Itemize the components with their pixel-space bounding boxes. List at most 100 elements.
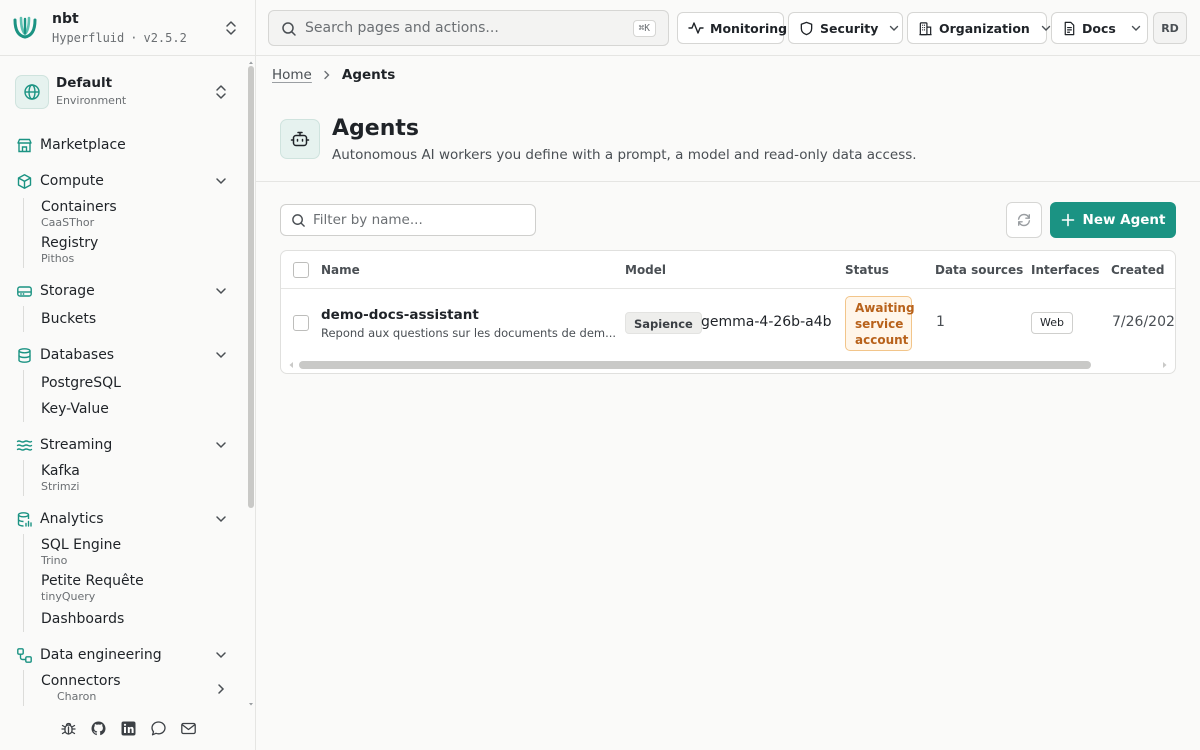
version-label: v2.5.2 <box>143 31 187 45</box>
breadcrumb: Home Agents <box>272 66 395 84</box>
sidebar-item-containers[interactable]: Containers CaaSThor <box>41 199 117 229</box>
user-avatar[interactable]: RD <box>1153 12 1187 44</box>
table-header-divider <box>281 288 1175 289</box>
linkedin-icon[interactable] <box>120 720 137 737</box>
page-header: Agents Autonomous AI workers you define … <box>256 92 1200 182</box>
sidebar-item-marketplace[interactable]: Marketplace <box>0 133 246 159</box>
chevron-down-icon <box>216 352 226 359</box>
column-header-interfaces[interactable]: Interfaces <box>1031 251 1100 289</box>
sidebar-item-data-engineering[interactable]: Data engineering <box>0 643 246 669</box>
sidebar-item-label: Registry <box>41 235 99 251</box>
sidebar-item-storage[interactable]: Storage <box>0 279 246 305</box>
monitoring-label: Monitoring <box>710 20 788 36</box>
sidebar-item-sublabel: CaaSThor <box>41 216 95 229</box>
table-scrollbar-thumb[interactable] <box>299 361 1091 369</box>
sidebar-item-label: Analytics <box>40 511 104 527</box>
sidebar-item-postgresql[interactable]: PostgreSQL <box>41 375 121 391</box>
sidebar-item-label: PostgreSQL <box>41 375 121 391</box>
sidebar-item-buckets[interactable]: Buckets <box>41 311 96 327</box>
environment-switcher[interactable]: Default Environment <box>0 56 256 128</box>
sidebar-item-label: Containers <box>41 199 117 215</box>
sidebar-item-sublabel: Charon <box>57 690 97 703</box>
agents-table: Name Model Status Data sources Interface… <box>280 250 1176 374</box>
product-separator: · <box>130 31 138 45</box>
sidebar-item-label: Compute <box>40 173 104 189</box>
product-version: Hyperfluid · v2.5.2 <box>52 31 187 45</box>
bug-icon[interactable] <box>60 720 77 737</box>
column-header-data-sources[interactable]: Data sources <box>935 251 1023 289</box>
sidebar-item-compute[interactable]: Compute <box>0 169 246 195</box>
chevrons-up-down-icon <box>216 85 226 99</box>
column-header-created[interactable]: Created <box>1111 251 1164 289</box>
environment-name: Default <box>56 75 113 91</box>
sidebar-item-sublabel: Trino <box>41 554 68 567</box>
security-label: Security <box>820 20 879 36</box>
plus-icon <box>1061 213 1074 227</box>
sidebar-item-label: Connectors <box>41 673 121 689</box>
refresh-button[interactable] <box>1006 202 1042 238</box>
filter-placeholder: Filter by name... <box>313 212 423 228</box>
page-title: Agents <box>332 116 419 141</box>
sidebar-item-dashboards[interactable]: Dashboards <box>41 611 124 627</box>
sidebar-item-label: Key-Value <box>41 401 109 417</box>
sidebar-item-analytics[interactable]: Analytics <box>0 507 246 533</box>
sidebar-item-kafka[interactable]: Kafka Strimzi <box>41 463 80 493</box>
new-agent-button[interactable]: New Agent <box>1050 202 1176 238</box>
agent-name-link[interactable]: demo-docs-assistant <box>321 307 479 323</box>
chevron-down-icon <box>216 652 226 659</box>
tree-line <box>23 370 24 422</box>
shield-icon <box>800 21 813 35</box>
breadcrumb-home-link[interactable]: Home <box>272 67 312 83</box>
github-icon[interactable] <box>90 720 107 737</box>
search-icon <box>282 22 296 36</box>
chevron-right-icon[interactable] <box>215 682 227 696</box>
select-all-checkbox[interactable] <box>293 262 309 278</box>
sidebar-item-databases[interactable]: Databases <box>0 343 246 369</box>
agent-description: Repond aux questions sur les documents d… <box>321 326 617 340</box>
sidebar-scrollbar-thumb[interactable] <box>248 66 254 508</box>
data-sources-count: 1 <box>936 314 945 330</box>
bot-icon <box>280 119 320 159</box>
sidebar-item-sublabel: tinyQuery <box>41 590 96 603</box>
interface-tag: Web <box>1031 312 1073 334</box>
building-icon <box>919 21 932 35</box>
sidebar-item-label: Buckets <box>41 311 97 327</box>
sidebar-item-connectors[interactable]: Connectors Charon <box>41 673 121 703</box>
breadcrumb-current: Agents <box>341 67 396 83</box>
filter-by-name-input[interactable]: Filter by name... <box>280 204 536 236</box>
mail-icon[interactable] <box>180 720 197 737</box>
store-icon <box>17 138 32 153</box>
row-checkbox[interactable] <box>293 315 309 331</box>
sidebar-item-label: Streaming <box>40 437 113 453</box>
docs-label: Docs <box>1082 20 1116 36</box>
column-header-status[interactable]: Status <box>845 251 889 289</box>
hyperfluid-logo-icon <box>13 16 37 39</box>
activity-icon <box>688 22 704 34</box>
docs-menu-button[interactable]: Docs <box>1051 12 1148 44</box>
sidebar-item-label: SQL Engine <box>41 537 122 553</box>
security-menu-button[interactable]: Security <box>788 12 903 44</box>
tree-line <box>23 198 24 268</box>
tree-line <box>23 460 24 496</box>
sidebar-item-sublabel: Strimzi <box>41 480 80 493</box>
sidebar-item-key-value[interactable]: Key-Value <box>41 401 109 417</box>
status-line: account <box>855 333 909 347</box>
chat-icon[interactable] <box>150 720 167 737</box>
sidebar-item-label: Marketplace <box>40 137 126 153</box>
sidebar-item-sql-engine[interactable]: SQL Engine Trino <box>41 537 121 567</box>
sidebar-item-label: Databases <box>40 347 115 363</box>
monitoring-button[interactable]: Monitoring <box>677 12 788 44</box>
column-header-name[interactable]: Name <box>321 251 360 289</box>
globe-icon <box>15 75 49 109</box>
chevron-down-icon <box>216 442 226 449</box>
organization-menu-button[interactable]: Organization <box>907 12 1051 44</box>
sidebar-item-petite-requete[interactable]: Petite Requête tinyQuery <box>41 573 144 603</box>
chevron-down-icon <box>1131 25 1141 31</box>
column-header-model[interactable]: Model <box>625 251 666 289</box>
sidebar-item-streaming[interactable]: Streaming <box>0 433 246 459</box>
document-icon <box>1064 21 1075 35</box>
sidebar-item-registry[interactable]: Registry Pithos <box>41 235 98 265</box>
chevron-down-icon <box>890 25 899 31</box>
brand-switcher[interactable]: nbt Hyperfluid · v2.5.2 <box>0 0 255 56</box>
command-search[interactable]: Search pages and actions... ⌘K <box>268 10 669 46</box>
